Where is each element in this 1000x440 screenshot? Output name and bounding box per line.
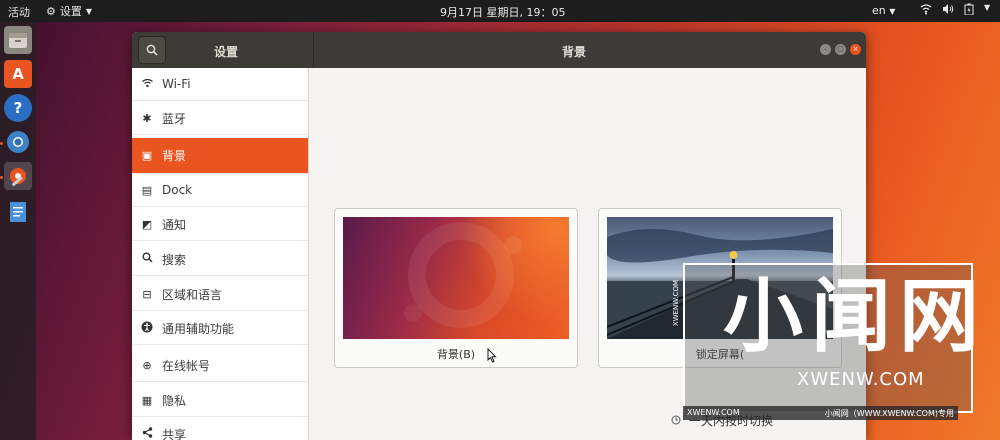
sidebar-item-label: 蓝牙	[162, 111, 187, 126]
sidebar-item-dock[interactable]: ▤ Dock	[132, 174, 308, 207]
chevron-down-icon: ▼	[889, 7, 896, 16]
sidebar-item-label: 背景	[162, 149, 187, 163]
maximize-button[interactable]: □	[835, 44, 846, 55]
settings-icon[interactable]	[4, 162, 32, 190]
accessibility-icon	[140, 321, 154, 336]
files-icon[interactable]	[4, 26, 32, 54]
region-icon: ⊟	[142, 287, 152, 301]
online-accounts-icon: ⊕	[142, 358, 152, 372]
sidebar-item-notifications[interactable]: ◩ 通知	[132, 208, 308, 241]
title-divider	[313, 32, 314, 68]
sidebar-item-privacy[interactable]: ▦ 隐私	[132, 384, 308, 417]
sidebar-item-label: 通知	[162, 217, 187, 232]
activities-button[interactable]: 活动	[8, 4, 30, 20]
share-icon	[140, 427, 154, 440]
background-card[interactable]: 背景(B)	[334, 208, 578, 368]
search-button[interactable]	[138, 36, 166, 64]
dock: A ?	[0, 22, 36, 440]
privacy-icon: ▦	[141, 393, 153, 407]
sidebar-item-region[interactable]: ⊟ 区域和语言	[132, 278, 308, 311]
watermark-bar: XWENW.COM 小闻网（WWW.XWENW.COM)专用	[683, 406, 958, 420]
watermark-bar-right: 小闻网（WWW.XWENW.COM)专用	[824, 409, 954, 418]
sidebar-item-bluetooth[interactable]: ✱ 蓝牙	[132, 102, 308, 135]
sidebar: Wi-Fi ✱ 蓝牙 ▣ 背景 ▤ Dock ◩ 通知 搜索 ⊟ 区域和语言 通…	[132, 68, 309, 440]
settings-gear-icon: ⚙	[46, 4, 56, 18]
sidebar-item-label: 搜索	[162, 252, 187, 267]
sidebar-item-accessibility[interactable]: 通用辅助功能	[132, 312, 308, 345]
sidebar-item-wifi[interactable]: Wi-Fi	[132, 68, 308, 101]
search-icon	[140, 252, 154, 266]
clock[interactable]: 9月17日 星期日, 19：05	[440, 4, 565, 20]
language-indicator[interactable]: en ▼	[872, 4, 895, 17]
software-center-icon[interactable]: A	[4, 60, 32, 88]
watermark-vertical-text: XWENW.COM	[672, 279, 681, 327]
dock-icon: ▤	[141, 183, 153, 197]
sidebar-title: 设置	[214, 45, 239, 59]
minimize-button[interactable]: –	[820, 44, 831, 55]
sidebar-item-label: 隐私	[162, 393, 187, 408]
notification-icon: ◩	[141, 217, 153, 231]
sidebar-item-label: 在线帐号	[162, 358, 211, 373]
text-editor-icon[interactable]	[4, 198, 32, 226]
network-icon	[920, 3, 932, 18]
sidebar-item-label: Dock	[162, 183, 193, 197]
chevron-down-icon: ▼	[984, 3, 991, 12]
sidebar-item-online-accounts[interactable]: ⊕ 在线帐号	[132, 349, 308, 382]
page-title: 背景	[562, 45, 587, 59]
app-menu-label: 设置	[59, 5, 82, 18]
wifi-icon	[140, 78, 154, 91]
mouse-cursor-icon	[487, 347, 497, 367]
watermark-url: XWENW.COM	[797, 369, 925, 390]
battery-icon	[964, 3, 974, 18]
chromium-icon[interactable]	[4, 128, 32, 156]
clock-icon	[671, 414, 681, 428]
search-icon	[146, 44, 158, 56]
sidebar-item-label: Wi-Fi	[162, 77, 191, 91]
watermark-bar-left: XWENW.COM	[687, 408, 740, 417]
background-label: 背景(B)	[436, 348, 476, 361]
sidebar-item-background[interactable]: ▣ 背景	[132, 138, 308, 174]
title-bar: 设置 背景 – □ ×	[132, 32, 866, 68]
bluetooth-icon: ✱	[142, 111, 152, 125]
background-thumbnail	[343, 217, 569, 339]
volume-icon	[942, 3, 954, 18]
running-indicator	[0, 176, 3, 179]
chevron-down-icon: ▼	[85, 6, 93, 16]
background-icon: ▣	[141, 149, 153, 162]
sidebar-item-label: 通用辅助功能	[162, 321, 235, 336]
status-indicators[interactable]: ▼	[920, 3, 990, 18]
close-button[interactable]: ×	[850, 44, 861, 55]
sidebar-item-label: 共享	[162, 427, 187, 440]
watermark: XWENW.COM 小闻网 XWENW.COM	[672, 263, 979, 413]
running-indicator	[0, 142, 3, 145]
help-icon[interactable]: ?	[4, 94, 32, 122]
sidebar-item-label: 区域和语言	[162, 287, 223, 302]
language-label: en	[872, 4, 886, 17]
app-menu[interactable]: ⚙ 设置 ▼	[46, 3, 92, 19]
sidebar-item-share[interactable]: 共享	[132, 418, 308, 440]
watermark-logo-text: 小闻网	[723, 270, 987, 363]
sidebar-item-search[interactable]: 搜索	[132, 243, 308, 276]
top-bar: 活动 ⚙ 设置 ▼ 9月17日 星期日, 19：05 en ▼ ▼	[0, 0, 1000, 22]
